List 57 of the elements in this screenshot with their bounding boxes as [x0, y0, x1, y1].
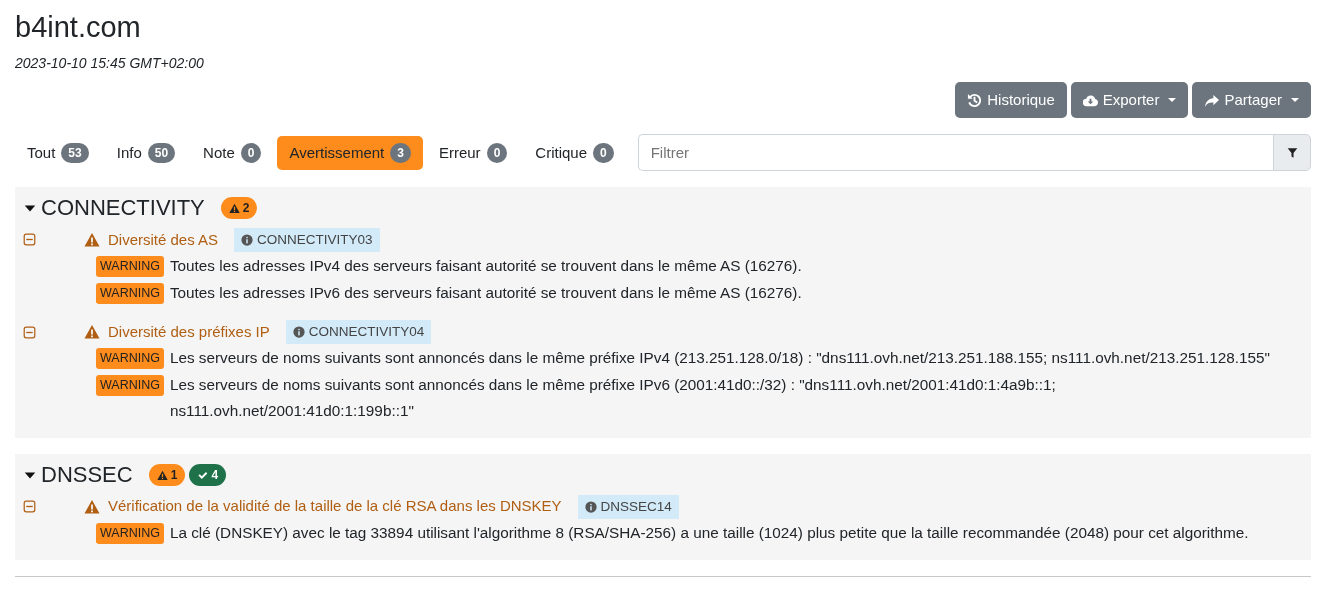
share-arrow-icon: [1204, 92, 1220, 108]
history-icon: [967, 92, 983, 108]
message-text: La clé (DNSKEY) avec le tag 33894 utilisant l'algorithme 8 (RSA/SHA-256) a une taille (1024) plus petite que la taille recommandée (2048) pour cet algorithme.: [169, 522, 1249, 543]
message-text: Toutes les adresses IPv4 des serveurs faisant autorité se trouvent dans le même AS (16276).: [169, 255, 802, 276]
history-button[interactable]: Historique: [955, 81, 1067, 119]
filter-tab[interactable]: Avertissement 3: [277, 135, 423, 171]
info-icon: [584, 500, 597, 513]
test-toggle[interactable]: [23, 500, 36, 514]
test-title: Diversité des AS: [108, 229, 219, 250]
test-toggle[interactable]: [23, 233, 36, 247]
filter-tab[interactable]: Tout 53: [15, 135, 101, 171]
share-button[interactable]: Partager: [1192, 81, 1311, 119]
test-code: CONNECTIVITY03: [234, 227, 380, 252]
collapse-icon: [23, 500, 36, 514]
funnel-icon: [1286, 146, 1298, 159]
module-name: CONNECTIVITY: [41, 195, 205, 222]
filter-button[interactable]: [1273, 134, 1311, 172]
status-badge: 2: [220, 197, 258, 220]
level-badge: WARNING: [96, 522, 164, 544]
test-toggle[interactable]: [23, 325, 36, 339]
warning-icon: [84, 231, 100, 248]
info-icon: [241, 233, 254, 246]
collapse-icon: [23, 233, 36, 247]
count-badge: 0: [593, 142, 614, 163]
test-code: DNSSEC14: [577, 494, 679, 519]
count-badge: 0: [486, 142, 508, 163]
warning-icon: [228, 203, 240, 214]
test-code: CONNECTIVITY04: [285, 319, 432, 345]
count-badge: 0: [240, 142, 262, 163]
test-title: Vérification de la validité de la taille de la clé RSA dans les DNSKEY: [108, 496, 562, 517]
filter-tab[interactable]: Info 50: [104, 135, 188, 171]
filter-tab[interactable]: Critique 0: [523, 135, 626, 171]
test-title: Diversité des préfixes IP: [108, 321, 270, 342]
status-badge: 1: [148, 464, 186, 487]
message-text: Toutes les adresses IPv6 des serveurs faisant autorité se trouvent dans le même AS (16276).: [169, 282, 802, 303]
export-button[interactable]: Exporter: [1070, 81, 1189, 119]
count-badge: 3: [390, 142, 411, 163]
filter-tab[interactable]: Note 0: [191, 135, 274, 171]
page-title: b4int.com: [15, 10, 142, 45]
filter-tab[interactable]: Erreur 0: [426, 135, 520, 171]
count-badge: 53: [61, 142, 89, 163]
warning-icon: [156, 469, 168, 481]
filter-field[interactable]: Filtrer: [637, 134, 1273, 172]
module-name: DNSSEC: [41, 462, 133, 489]
collapse-icon: [23, 325, 36, 339]
warning-icon: [84, 324, 100, 341]
message-text: Les serveurs de noms suivants sont annoncés dans le même préfixe IPv4 (213.251.128.0/18) : "dns111.ovh.net/213.251.188.155; ns111.ovh.net/213.251.128.155": [169, 348, 1270, 369]
warning-icon: [84, 498, 100, 515]
info-icon: [292, 326, 305, 339]
message-text: Les serveurs de noms suivants sont annoncés dans le même préfixe IPv6 (2001:41d0::/32) : "dns111.ovh.net/2001:41d0:1:4a9b::1; ns111.ovh.net/2001:41d0:1:199b::1": [169, 375, 1057, 422]
level-badge: WARNING: [96, 255, 164, 277]
level-badge: WARNING: [96, 348, 164, 370]
level-badge: WARNING: [96, 282, 164, 304]
status-badge: 4: [189, 464, 227, 487]
count-badge: 50: [147, 142, 176, 163]
level-badge: WARNING: [96, 375, 164, 397]
report-date: 2023-10-10 15:45 GMT+02:00: [15, 53, 205, 73]
